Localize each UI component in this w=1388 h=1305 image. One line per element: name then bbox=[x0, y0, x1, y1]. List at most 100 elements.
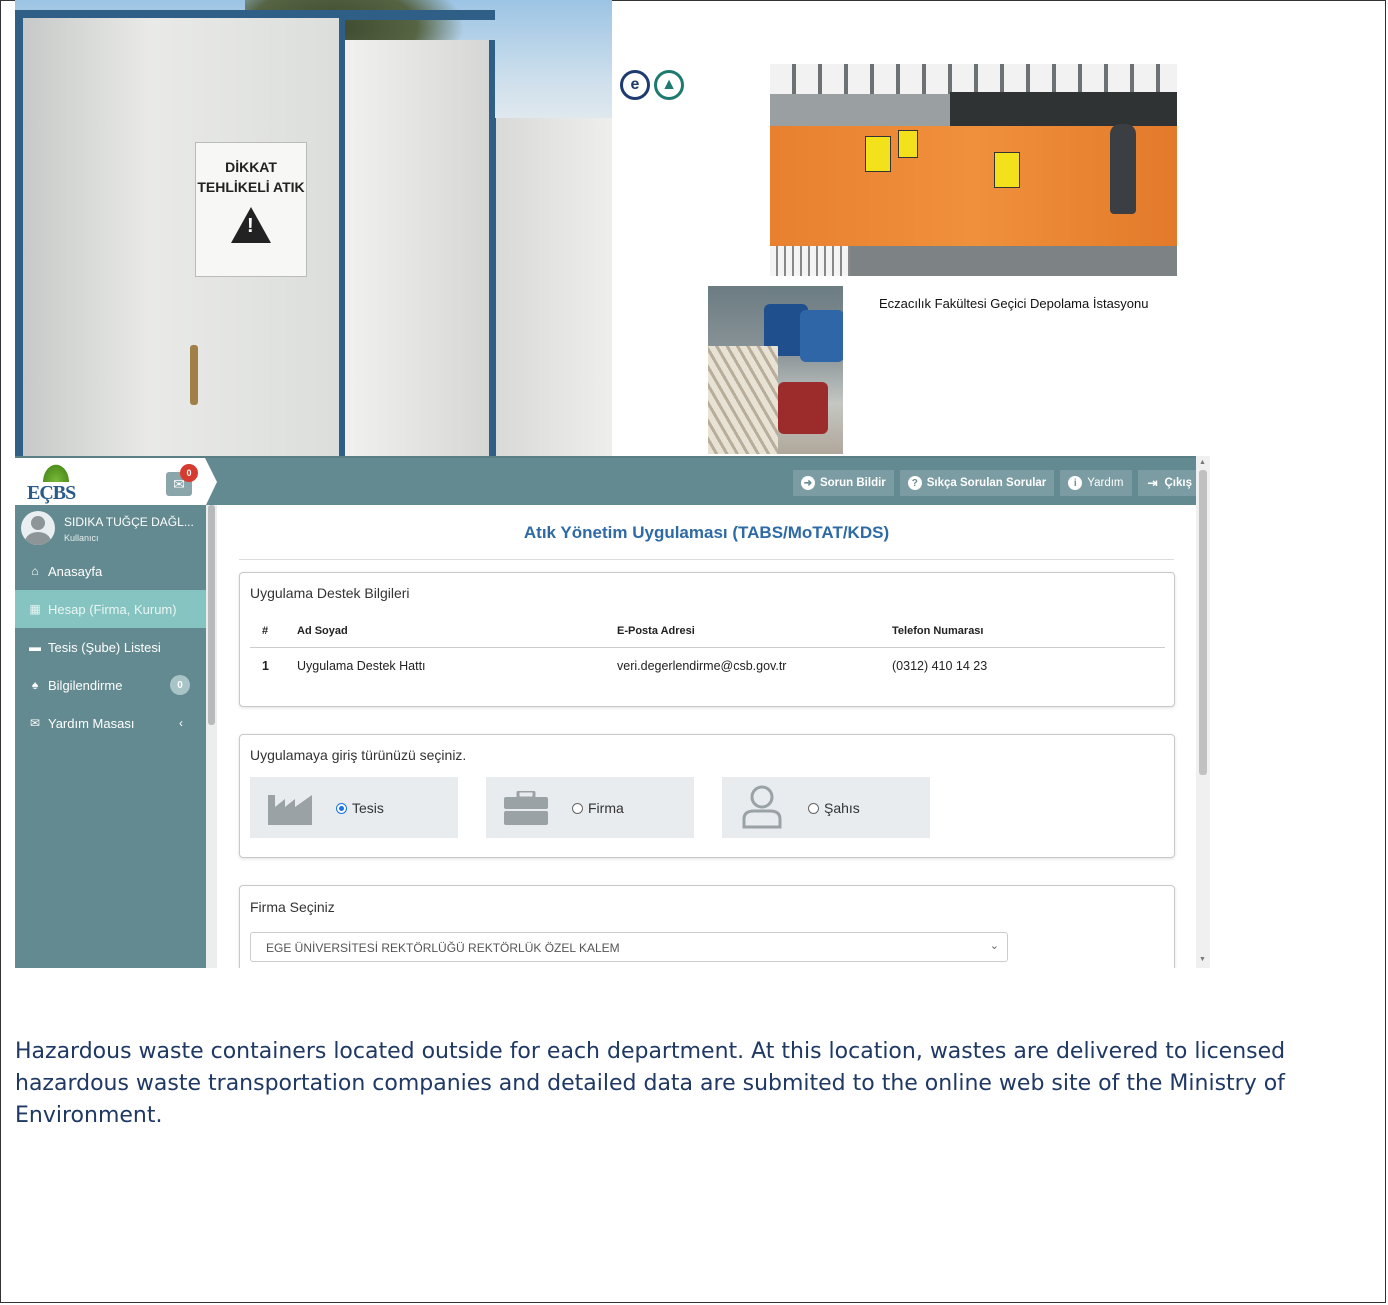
main-scrollbar[interactable]: ▲ ▼ bbox=[1196, 456, 1210, 968]
e-logo-icon: e bbox=[620, 70, 650, 100]
containers-photo: DİKKAT TEHLİKELİ ATIK bbox=[15, 0, 612, 456]
user-role: Kullanıcı bbox=[64, 533, 99, 543]
description-text: Hazardous waste containers located outsi… bbox=[15, 1039, 1286, 1128]
brand-text: EÇBS bbox=[27, 482, 76, 504]
help-label: Yardım bbox=[1087, 477, 1124, 489]
faq-button[interactable]: ? Sıkça Sorulan Sorular bbox=[899, 470, 1055, 496]
graduation-cap-icon: ▲ bbox=[654, 70, 684, 100]
selected-company: EGE ÜNİVERSİTESİ REKTÖRLÜĞÜ REKTÖRLÜK ÖZ… bbox=[266, 941, 620, 955]
chevron-left-icon: ‹ bbox=[179, 716, 183, 730]
notification-count-badge: 0 bbox=[170, 675, 190, 695]
envelope-icon: ✉ bbox=[29, 716, 41, 730]
support-info-card: Uygulama Destek Bilgileri # Ad Soyad E-P… bbox=[239, 572, 1175, 707]
storage-station-photo bbox=[770, 64, 1177, 276]
container-side bbox=[345, 40, 495, 456]
sign-out-icon: ⇥ bbox=[1147, 476, 1158, 490]
barrels-photo bbox=[708, 286, 843, 454]
red-cart bbox=[778, 382, 828, 434]
sidebar-item-notifications[interactable]: ♠ Bilgilendirme 0 bbox=[15, 666, 206, 704]
arrow-circle-icon: ➜ bbox=[800, 476, 815, 490]
factory-icon bbox=[268, 795, 312, 825]
user-panel[interactable]: SIDIKA TUĞÇE DAĞL... Kullanıcı bbox=[19, 511, 204, 547]
logout-button[interactable]: ⇥ Çıkış bbox=[1137, 470, 1200, 496]
main-content: Atık Yönetim Uygulaması (TABS/MoTAT/KDS)… bbox=[217, 505, 1196, 968]
sidebar-item-label: Anasayfa bbox=[48, 563, 103, 579]
card-title: Firma Seçiniz bbox=[250, 899, 335, 915]
person-silhouette bbox=[1110, 124, 1136, 214]
leaf-icon bbox=[41, 462, 71, 482]
sign-line-2: TEHLİKELİ ATIK bbox=[197, 179, 305, 195]
column-header: E-Posta Adresi bbox=[617, 625, 695, 637]
table-cell: (0312) 410 14 23 bbox=[892, 659, 988, 673]
basement-window bbox=[770, 246, 850, 276]
entry-option-sahis[interactable]: Şahıs bbox=[722, 777, 930, 838]
user-name: SIDIKA TUĞÇE DAĞL... bbox=[64, 515, 194, 529]
briefcase-icon bbox=[504, 791, 548, 825]
avatar bbox=[21, 511, 55, 545]
door-handle bbox=[190, 345, 198, 405]
sidebar-item-label: Bilgilendirme bbox=[48, 677, 123, 693]
report-label: Sorun Bildir bbox=[819, 477, 886, 489]
help-button[interactable]: i Yardım bbox=[1060, 470, 1132, 496]
sidebar-item-label: Hesap (Firma, Kurum) bbox=[48, 601, 177, 617]
column-header: Telefon Numarası bbox=[892, 625, 984, 637]
scrollbar-thumb[interactable] bbox=[208, 505, 215, 725]
sign-line-1: DİKKAT bbox=[225, 159, 277, 175]
entry-option-firma[interactable]: Firma bbox=[486, 777, 694, 838]
scroll-up-icon[interactable]: ▲ bbox=[1199, 459, 1206, 466]
table-divider bbox=[250, 647, 1165, 648]
info-circle-icon: i bbox=[1068, 476, 1083, 490]
brand-area: EÇBS ✉ 0 bbox=[15, 458, 217, 507]
sahis-radio[interactable] bbox=[808, 803, 819, 814]
person-icon bbox=[742, 785, 782, 829]
upper-windows bbox=[770, 64, 1177, 94]
company-select[interactable]: EGE ÜNİVERSİTESİ REKTÖRLÜĞÜ REKTÖRLÜK ÖZ… bbox=[250, 932, 1008, 962]
sidebar-item-account[interactable]: ▦ Hesap (Firma, Kurum) bbox=[15, 590, 206, 628]
question-circle-icon: ? bbox=[907, 476, 922, 490]
ecbs-logo[interactable]: EÇBS bbox=[25, 462, 85, 504]
warning-label-icon bbox=[994, 152, 1020, 188]
sidebar-scrollbar[interactable] bbox=[206, 505, 217, 968]
card-title: Uygulama Destek Bilgileri bbox=[250, 585, 410, 601]
home-icon: ⌂ bbox=[31, 564, 39, 578]
page-title: Atık Yönetim Uygulaması (TABS/MoTAT/KDS) bbox=[523, 523, 890, 542]
report-problem-button[interactable]: ➜ Sorun Bildir bbox=[792, 470, 894, 496]
logout-label: Çıkış bbox=[1164, 477, 1193, 489]
bell-icon: ♠ bbox=[31, 678, 39, 692]
waste-app-screenshot: EÇBS ✉ 0 ➜ Sorun Bildir ? Sıkça Sorulan So… bbox=[15, 456, 1210, 968]
warning-label-icon bbox=[865, 136, 891, 172]
option-label: Tesis bbox=[352, 800, 384, 816]
blue-barrel bbox=[800, 310, 843, 362]
title-divider bbox=[239, 559, 1174, 560]
photo-caption: Eczacılık Fakültesi Geçici Depolama İsta… bbox=[879, 296, 1149, 311]
warning-label-icon bbox=[898, 130, 918, 158]
scroll-down-icon[interactable]: ▼ bbox=[1199, 956, 1206, 963]
entry-option-tesis[interactable]: Tesis bbox=[250, 777, 458, 838]
chevron-down-icon: ⌄ bbox=[989, 940, 999, 952]
column-header: Ad Soyad bbox=[297, 625, 348, 637]
scrollbar-thumb[interactable] bbox=[1199, 470, 1207, 775]
table-cell: Uygulama Destek Hattı bbox=[297, 659, 426, 673]
container-second bbox=[490, 118, 612, 456]
tesis-radio[interactable] bbox=[336, 803, 347, 814]
institution-logos: e ▲ bbox=[620, 70, 684, 100]
sidebar-item-helpdesk[interactable]: ✉ Yardım Masası ‹ bbox=[15, 704, 206, 742]
column-header: # bbox=[262, 625, 269, 637]
sidebar: SIDIKA TUĞÇE DAĞL... Kullanıcı ⌂ Anasayf… bbox=[15, 505, 217, 968]
warning-sign: DİKKAT TEHLİKELİ ATIK bbox=[195, 142, 307, 277]
entry-type-card: Uygulamaya giriş türünüzü seçiniz. Tesis… bbox=[239, 734, 1175, 858]
fluorescent-tubes bbox=[708, 346, 778, 454]
sidebar-item-label: Yardım Masası bbox=[48, 715, 135, 731]
table-cell: veri.degerlendirme@csb.gov.tr bbox=[617, 659, 787, 673]
sidebar-item-home[interactable]: ⌂ Anasayfa bbox=[15, 552, 206, 590]
top-bar: EÇBS ✉ 0 ➜ Sorun Bildir ? Sıkça Sorulan So… bbox=[15, 456, 1210, 507]
firma-radio[interactable] bbox=[572, 803, 583, 814]
sidebar-item-facilities[interactable]: ▬ Tesis (Şube) Listesi bbox=[15, 628, 206, 666]
company-select-card: Firma Seçiniz EGE ÜNİVERSİTESİ REKTÖRLÜĞ… bbox=[239, 885, 1175, 968]
list-icon: ▬ bbox=[29, 640, 41, 654]
option-label: Şahıs bbox=[824, 800, 860, 816]
sidebar-item-label: Tesis (Şube) Listesi bbox=[48, 639, 161, 655]
table-cell: 1 bbox=[262, 659, 269, 673]
warning-triangle-icon bbox=[231, 207, 271, 243]
option-label: Firma bbox=[588, 800, 624, 816]
